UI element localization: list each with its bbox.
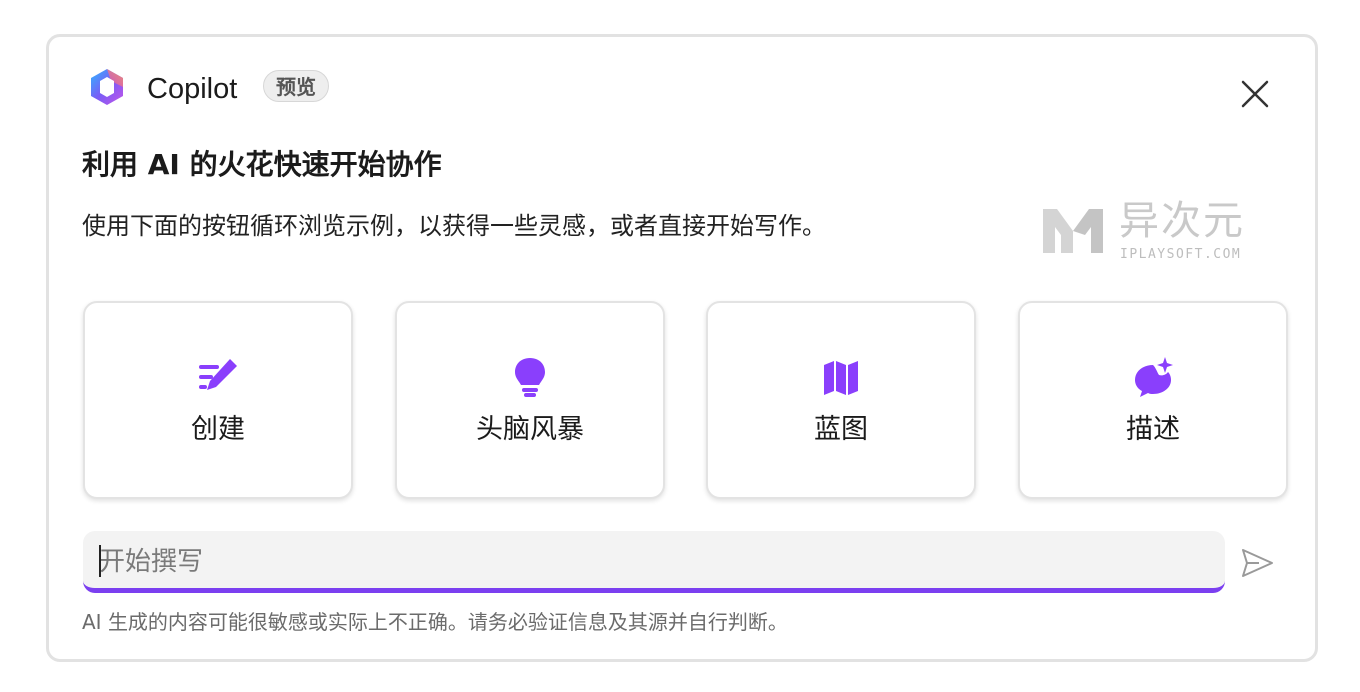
close-icon	[1241, 80, 1269, 108]
pencil-lines-icon	[199, 359, 237, 390]
watermark-subtext: IPLAYSOFT.COM	[1120, 247, 1242, 262]
card-label: 描述	[1126, 414, 1180, 445]
card-label: 蓝图	[814, 414, 868, 445]
ai-disclaimer: AI 生成的内容可能很敏感或实际上不正确。请务必验证信息及其源并自行判断。	[82, 610, 788, 634]
map-icon	[824, 361, 858, 395]
chat-sparkle-icon	[1135, 357, 1173, 397]
prompt-cards: 创建 头脑风暴 蓝图 描述	[83, 301, 1289, 501]
compose-input[interactable]	[97, 539, 1201, 585]
lightbulb-icon	[515, 358, 545, 397]
text-caret	[99, 545, 101, 577]
watermark-logo-icon	[1043, 209, 1103, 253]
send-icon	[1242, 549, 1273, 577]
card-create[interactable]: 创建	[83, 301, 353, 499]
card-brainstorm[interactable]: 头脑风暴	[395, 301, 665, 499]
close-button[interactable]	[1235, 74, 1275, 114]
intro-subtitle: 使用下面的按钮循环浏览示例，以获得一些灵感，或者直接开始写作。	[82, 212, 826, 240]
card-label: 头脑风暴	[476, 414, 584, 445]
copilot-logo-icon	[87, 67, 127, 107]
intro-heading: 利用 AI 的火花快速开始协作	[82, 148, 442, 181]
preview-badge: 预览	[263, 70, 329, 102]
watermark-text: 异次元	[1119, 198, 1245, 244]
app-name: Copilot	[147, 73, 238, 105]
compose-input-box	[83, 531, 1225, 593]
card-describe[interactable]: 描述	[1018, 301, 1288, 499]
send-button[interactable]	[1237, 543, 1277, 583]
card-blueprint[interactable]: 蓝图	[706, 301, 976, 499]
card-label: 创建	[191, 414, 245, 445]
site-watermark: 异次元 IPLAYSOFT.COM	[1037, 197, 1269, 267]
copilot-panel: Copilot 预览 利用 AI 的火花快速开始协作 使用下面的按钮循环浏览示例…	[46, 34, 1318, 662]
